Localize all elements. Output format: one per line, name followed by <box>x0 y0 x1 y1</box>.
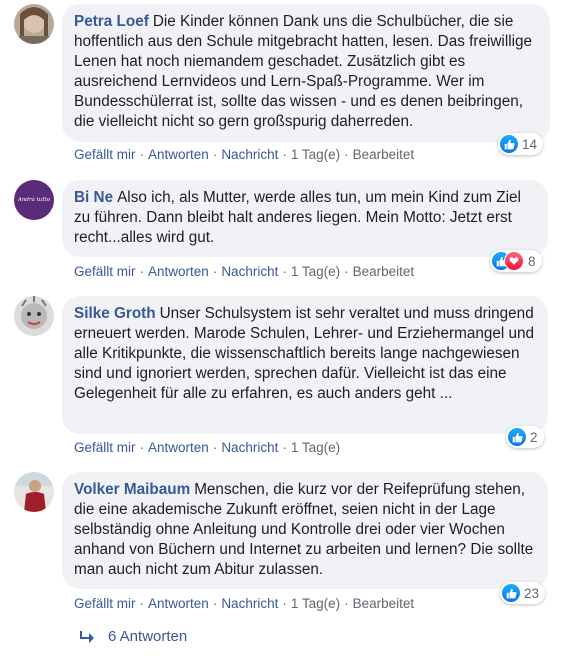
love-reaction-icon <box>504 251 524 271</box>
edited-label[interactable]: Bearbeitet <box>353 264 415 279</box>
view-replies-link[interactable]: 6 Antworten <box>80 628 187 645</box>
reaction-count: 14 <box>522 136 538 152</box>
comment-actions: Gefällt mir · Antworten · Nachricht · 1 Tag(e) <box>74 440 341 455</box>
reply-link[interactable]: Antworten <box>148 596 209 611</box>
reaction-summary[interactable]: 2 <box>506 426 544 448</box>
avatar[interactable] <box>14 296 54 336</box>
comment-actions: Gefällt mir · Antworten · Nachricht · 1 Tag(e)… <box>74 147 415 162</box>
edited-label[interactable]: Bearbeitet <box>353 596 415 611</box>
comment-bubble: Petra Loef Die Kinder können Dank uns die… <box>62 4 550 142</box>
comment-text: Also ich, als Mutter, werde alles tun, u… <box>74 189 521 246</box>
avatar[interactable]: Andrà tutto bene <box>14 180 54 220</box>
reaction-summary[interactable]: 8 <box>490 250 542 272</box>
avatar[interactable] <box>14 4 54 44</box>
reply-link[interactable]: Antworten <box>148 440 209 455</box>
comment-text: Die Kinder können Dank uns die Schulbüch… <box>74 13 533 130</box>
comment-bubble: Bi Ne Also ich, als Mutter, werde alles t… <box>62 180 548 257</box>
message-link[interactable]: Nachricht <box>221 147 278 162</box>
reaction-count: 2 <box>530 429 538 445</box>
reaction-count: 8 <box>528 253 536 269</box>
avatar[interactable] <box>14 472 54 512</box>
reaction-count: 23 <box>524 585 540 601</box>
message-link[interactable]: Nachricht <box>221 440 278 455</box>
timestamp[interactable]: 1 Tag(e) <box>291 596 340 611</box>
like-reaction-icon <box>508 428 526 446</box>
author-name[interactable]: Silke Groth <box>74 305 156 322</box>
like-link[interactable]: Gefällt mir <box>74 264 136 279</box>
comment-bubble: Silke Groth Unser Schulsystem ist sehr ve… <box>62 296 548 434</box>
reaction-summary[interactable]: 23 <box>500 582 546 604</box>
like-link[interactable]: Gefällt mir <box>74 147 136 162</box>
comment-actions: Gefällt mir · Antworten · Nachricht · 1 Tag(e)… <box>74 596 415 611</box>
author-name[interactable]: Bi Ne <box>74 189 113 206</box>
message-link[interactable]: Nachricht <box>221 596 278 611</box>
like-link[interactable]: Gefällt mir <box>74 440 136 455</box>
message-link[interactable]: Nachricht <box>221 264 278 279</box>
like-reaction-icon <box>500 135 518 153</box>
like-link[interactable]: Gefällt mir <box>74 596 136 611</box>
avatar-text: Andrà tutto bene <box>17 197 51 203</box>
reply-arrow-icon <box>80 630 94 643</box>
timestamp[interactable]: 1 Tag(e) <box>291 147 340 162</box>
like-reaction-icon <box>502 584 520 602</box>
timestamp[interactable]: 1 Tag(e) <box>291 264 340 279</box>
reply-link[interactable]: Antworten <box>148 264 209 279</box>
comment-bubble: Volker Maibaum Menschen, die kurz vor der… <box>62 472 548 589</box>
timestamp[interactable]: 1 Tag(e) <box>291 440 340 455</box>
reaction-summary[interactable]: 14 <box>498 133 544 155</box>
reply-link[interactable]: Antworten <box>148 147 209 162</box>
author-name[interactable]: Petra Loef <box>74 13 149 30</box>
edited-label[interactable]: Bearbeitet <box>353 147 415 162</box>
author-name[interactable]: Volker Maibaum <box>74 481 190 498</box>
replies-count-label[interactable]: 6 Antworten <box>108 628 187 645</box>
comment-actions: Gefällt mir · Antworten · Nachricht · 1 Tag(e)… <box>74 264 415 279</box>
